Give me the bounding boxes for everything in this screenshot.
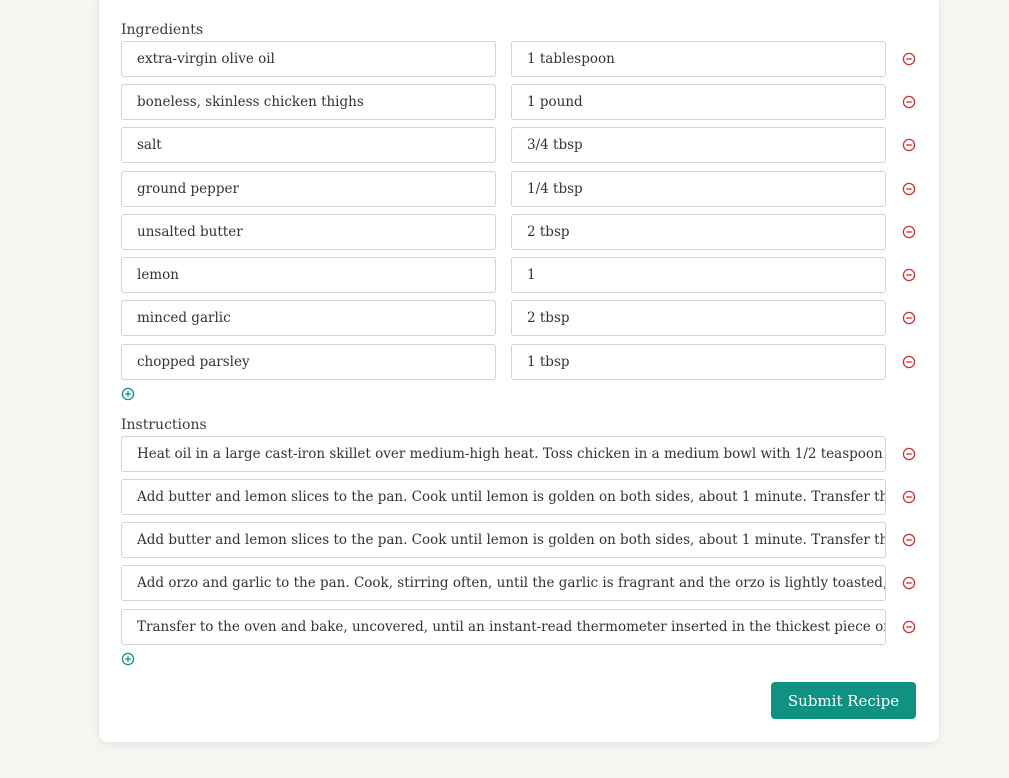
- instruction-step-field[interactable]: Add butter and lemon slices to the pan. …: [121, 479, 886, 515]
- ingredient-name-field[interactable]: salt: [121, 127, 496, 163]
- add-ingredient-icon[interactable]: [121, 387, 135, 401]
- ingredient-name-field[interactable]: unsalted butter: [121, 214, 496, 250]
- ingredient-row: salt 3/4 tbsp: [121, 127, 921, 163]
- ingredient-amount-field[interactable]: 1 tbsp: [511, 344, 886, 380]
- remove-ingredient-icon[interactable]: [902, 268, 916, 282]
- instruction-step-field[interactable]: Add butter and lemon slices to the pan. …: [121, 522, 886, 558]
- instruction-step-field[interactable]: Heat oil in a large cast-iron skillet ov…: [121, 436, 886, 472]
- add-instruction-icon[interactable]: [121, 652, 135, 666]
- ingredient-amount-field[interactable]: 2 tbsp: [511, 214, 886, 250]
- remove-instruction-icon[interactable]: [902, 576, 916, 590]
- remove-ingredient-icon[interactable]: [902, 225, 916, 239]
- ingredient-name-field[interactable]: ground pepper: [121, 171, 496, 207]
- remove-ingredient-icon[interactable]: [902, 355, 916, 369]
- ingredient-row: lemon 1: [121, 257, 921, 293]
- instruction-step-field[interactable]: Transfer to the oven and bake, uncovered…: [121, 609, 886, 645]
- remove-ingredient-icon[interactable]: [902, 182, 916, 196]
- ingredient-name-field[interactable]: boneless, skinless chicken thighs: [121, 84, 496, 120]
- remove-instruction-icon[interactable]: [902, 533, 916, 547]
- remove-ingredient-icon[interactable]: [902, 311, 916, 325]
- instruction-step-field[interactable]: Add orzo and garlic to the pan. Cook, st…: [121, 565, 886, 601]
- ingredients-label: Ingredients: [121, 22, 204, 38]
- submit-recipe-button[interactable]: Submit Recipe: [771, 682, 916, 719]
- ingredient-amount-field[interactable]: 1 tablespoon: [511, 41, 886, 77]
- ingredient-amount-field[interactable]: 2 tbsp: [511, 300, 886, 336]
- ingredient-row: boneless, skinless chicken thighs 1 poun…: [121, 84, 921, 120]
- ingredient-row: extra-virgin olive oil 1 tablespoon: [121, 41, 921, 77]
- instruction-row: Transfer to the oven and bake, uncovered…: [121, 609, 921, 645]
- remove-instruction-icon[interactable]: [902, 490, 916, 504]
- remove-instruction-icon[interactable]: [902, 447, 916, 461]
- ingredient-amount-field[interactable]: 1: [511, 257, 886, 293]
- ingredient-amount-field[interactable]: 1 pound: [511, 84, 886, 120]
- instruction-row: Add butter and lemon slices to the pan. …: [121, 479, 921, 515]
- ingredient-row: minced garlic 2 tbsp: [121, 300, 921, 336]
- ingredient-name-field[interactable]: extra-virgin olive oil: [121, 41, 496, 77]
- instructions-label: Instructions: [121, 417, 207, 433]
- remove-ingredient-icon[interactable]: [902, 95, 916, 109]
- remove-instruction-icon[interactable]: [902, 620, 916, 634]
- instruction-row: Add orzo and garlic to the pan. Cook, st…: [121, 565, 921, 601]
- ingredient-name-field[interactable]: minced garlic: [121, 300, 496, 336]
- ingredient-row: ground pepper 1/4 tbsp: [121, 171, 921, 207]
- instruction-row: Add butter and lemon slices to the pan. …: [121, 522, 921, 558]
- ingredient-amount-field[interactable]: 3/4 tbsp: [511, 127, 886, 163]
- ingredient-row: unsalted butter 2 tbsp: [121, 214, 921, 250]
- instruction-row: Heat oil in a large cast-iron skillet ov…: [121, 436, 921, 472]
- ingredient-row: chopped parsley 1 tbsp: [121, 344, 921, 380]
- remove-ingredient-icon[interactable]: [902, 138, 916, 152]
- ingredient-name-field[interactable]: chopped parsley: [121, 344, 496, 380]
- remove-ingredient-icon[interactable]: [902, 52, 916, 66]
- ingredient-name-field[interactable]: lemon: [121, 257, 496, 293]
- ingredient-amount-field[interactable]: 1/4 tbsp: [511, 171, 886, 207]
